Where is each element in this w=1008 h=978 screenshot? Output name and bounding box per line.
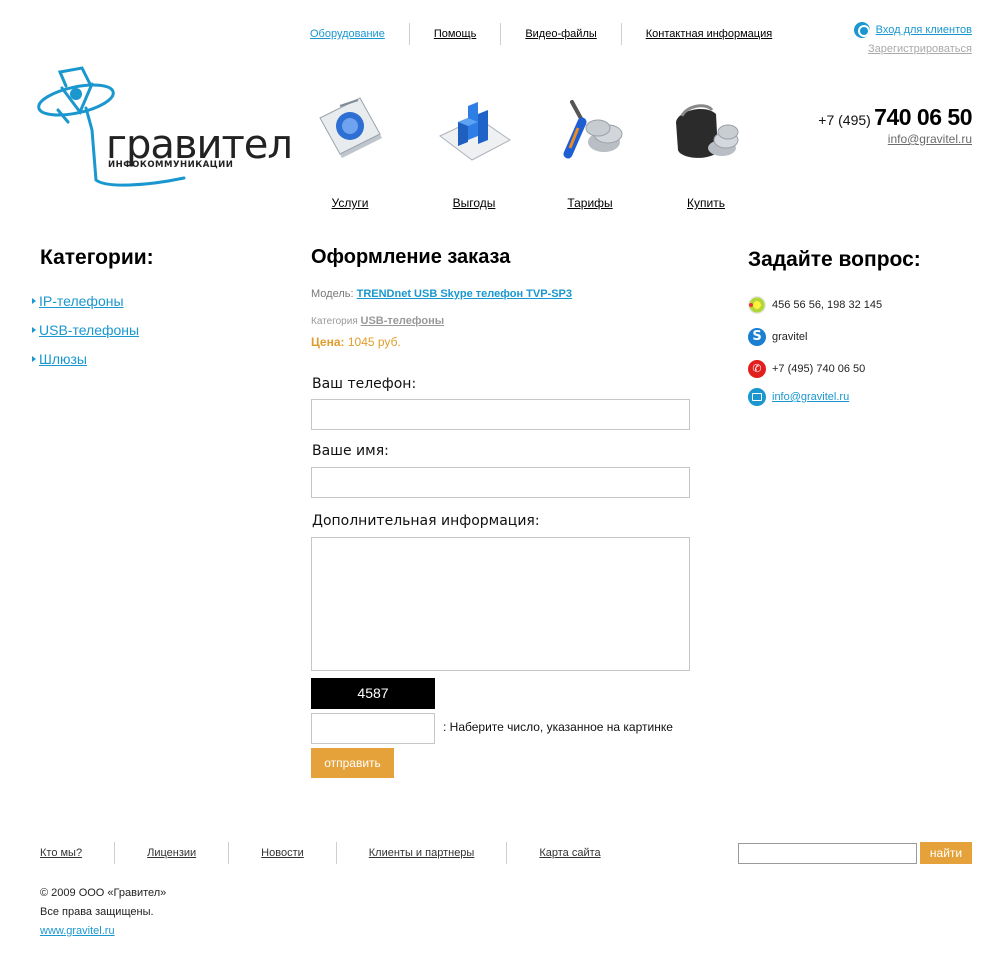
- arrow-right-icon: [32, 297, 36, 304]
- model-line: Модель: TRENDnet USB Skype телефон TVP-S…: [311, 288, 572, 300]
- menu-item-label[interactable]: Тарифы: [540, 196, 640, 210]
- chart-icon: [439, 102, 511, 161]
- email-link[interactable]: info@gravitel.ru: [772, 391, 849, 403]
- categories-title: Категории:: [40, 246, 154, 269]
- menu-item-benefits[interactable]: Выгоды: [424, 92, 524, 210]
- top-nav-equipment[interactable]: Оборудование: [298, 23, 409, 45]
- menu-item-label[interactable]: Услуги: [300, 196, 400, 210]
- contact-email: info@gravitel.ru: [748, 388, 849, 406]
- contact-icq: 456 56 56, 198 32 145: [748, 296, 882, 314]
- footer-link-about[interactable]: Кто мы?: [40, 842, 114, 864]
- category-item: USB-телефоны: [32, 315, 139, 344]
- arrow-right-icon: [32, 326, 36, 333]
- book-icon: [319, 97, 382, 158]
- model-label: Модель:: [311, 288, 354, 300]
- category-link-usb-phones[interactable]: USB-телефоны: [39, 322, 139, 338]
- icq-value: 456 56 56, 198 32 145: [772, 299, 883, 311]
- logo-subtitle: ИНФОКОММУНИКАЦИИ: [108, 160, 234, 170]
- footer-link-sitemap[interactable]: Карта сайта: [506, 842, 632, 864]
- captcha-input[interactable]: [311, 713, 435, 744]
- header-phone: +7 (495) 740 06 50: [818, 104, 972, 131]
- rights-text: Все права защищены.: [40, 906, 154, 918]
- model-link[interactable]: TRENDnet USB Skype телефон TVP-SP3: [357, 288, 572, 300]
- login-link[interactable]: Вход для клиентов: [876, 24, 972, 36]
- category-link-gateways[interactable]: Шлюзы: [39, 351, 87, 367]
- screwdriver-coins-icon: [563, 100, 623, 159]
- footer-link-news[interactable]: Новости: [228, 842, 336, 864]
- user-icon: [853, 22, 870, 38]
- footer-link-clients[interactable]: Клиенты и партнеры: [335, 842, 507, 864]
- search-button[interactable]: найти: [920, 842, 972, 864]
- name-field-label: Ваше имя:: [312, 443, 389, 459]
- icq-icon: [748, 296, 766, 314]
- menu-item-services[interactable]: Услуги: [300, 92, 400, 210]
- category-item: IP-телефоны: [32, 286, 139, 315]
- name-field[interactable]: [311, 467, 690, 498]
- search-input[interactable]: [738, 843, 917, 864]
- menu-item-tariffs[interactable]: Тарифы: [540, 92, 640, 210]
- contact-skype: S gravitel: [748, 328, 807, 346]
- category-link[interactable]: USB-телефоны: [361, 315, 445, 327]
- category-line: Категория USB-телефоны: [311, 315, 444, 327]
- info-field-label: Дополнительная информация:: [312, 513, 540, 529]
- captcha-hint: : Наберите число, указанное на картинке: [443, 720, 673, 734]
- category-link-ip-phones[interactable]: IP-телефоны: [39, 293, 124, 309]
- mail-icon: [748, 388, 766, 406]
- arrow-right-icon: [32, 355, 36, 362]
- contact-phone: ✆ +7 (495) 740 06 50: [748, 360, 865, 378]
- phone-code: +7 (495): [818, 112, 871, 128]
- copyright-block: © 2009 ООО «Гравител» Все права защищены…: [40, 884, 166, 941]
- phone-icon: ✆: [748, 360, 766, 378]
- top-nav-contacts[interactable]: Контактная информация: [620, 23, 796, 45]
- footer-nav: Кто мы? Лицензии Новости Клиенты и партн…: [40, 842, 633, 864]
- wallet-coins-icon: [676, 104, 739, 158]
- categories-list: IP-телефоны USB-телефоны Шлюзы: [32, 286, 139, 373]
- header-email-link[interactable]: info@gravitel.ru: [888, 132, 972, 146]
- site-link[interactable]: www.gravitel.ru: [40, 925, 115, 937]
- top-nav-help[interactable]: Помощь: [408, 23, 501, 45]
- register-link[interactable]: Зарегистрироваться: [868, 43, 972, 55]
- captcha-image: 4587: [311, 678, 435, 709]
- skype-icon: S: [748, 328, 766, 346]
- phone-number: 740 06 50: [874, 104, 972, 130]
- menu-item-label[interactable]: Купить: [656, 196, 756, 210]
- top-nav-video[interactable]: Видео-файлы: [500, 23, 620, 45]
- skype-value: gravitel: [772, 331, 808, 343]
- category-item: Шлюзы: [32, 344, 139, 373]
- info-textarea[interactable]: [311, 537, 690, 671]
- phone-value: +7 (495) 740 06 50: [772, 363, 866, 375]
- price-value: 1045 руб.: [347, 335, 401, 349]
- menu-item-label[interactable]: Выгоды: [424, 196, 524, 210]
- phone-field[interactable]: [311, 399, 690, 430]
- submit-button[interactable]: отправить: [311, 748, 394, 778]
- logo[interactable]: гравител ИНФОКОММУНИКАЦИИ: [36, 64, 293, 194]
- footer-link-licenses[interactable]: Лицензии: [114, 842, 228, 864]
- menu-item-buy[interactable]: Купить: [656, 92, 756, 210]
- copyright-text: © 2009 ООО «Гравител»: [40, 887, 167, 899]
- phone-field-label: Ваш телефон:: [312, 376, 417, 392]
- order-title: Оформление заказа: [311, 246, 511, 268]
- price-line: Цена: 1045 руб.: [311, 335, 401, 349]
- price-label: Цена:: [311, 335, 345, 349]
- login-block: Вход для клиентов: [853, 22, 972, 38]
- ask-title: Задайте вопрос:: [748, 248, 921, 271]
- top-nav: Оборудование Помощь Видео-файлы Контактн…: [298, 23, 796, 45]
- category-label: Категория: [311, 316, 358, 327]
